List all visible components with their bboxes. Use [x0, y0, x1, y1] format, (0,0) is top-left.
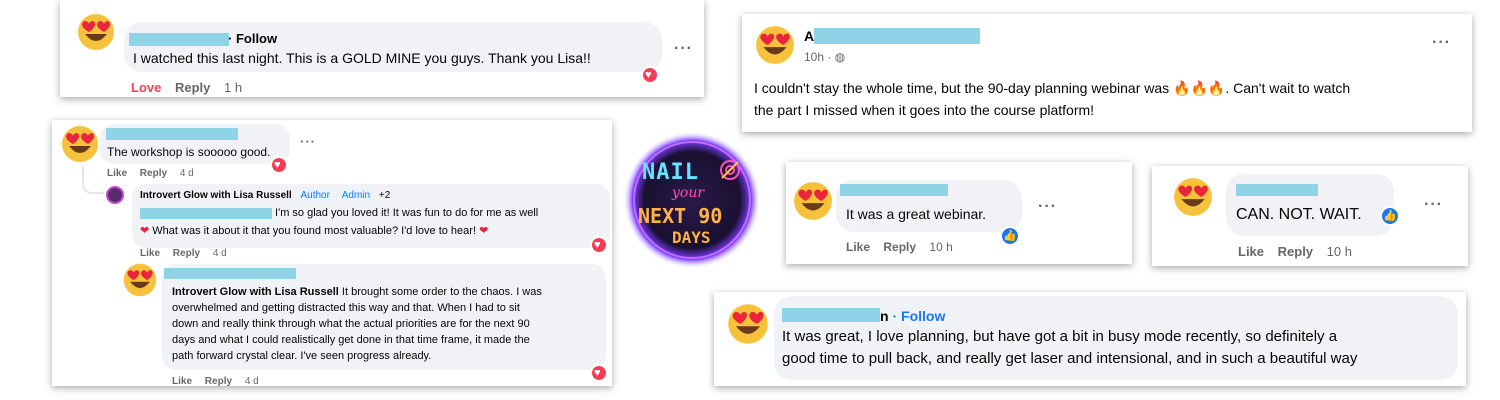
follow-link[interactable]: · Follow [228, 31, 277, 46]
comment-card-great-webinar: It was a great webinar. 👍 ··· Like Reply… [786, 162, 1132, 264]
like-reaction-icon[interactable]: 👍 [1380, 206, 1400, 226]
thread-line [82, 166, 104, 194]
more-options-icon[interactable]: ··· [300, 134, 316, 149]
reply-text-line5: path forward crystal clear. I've seen pr… [172, 350, 432, 362]
redacted-mention [140, 207, 272, 219]
heart-eyes-avatar-icon[interactable] [792, 180, 834, 222]
mention-link[interactable]: Introvert Glow with Lisa Russell [172, 286, 339, 298]
heart-eyes-avatar-icon[interactable] [60, 124, 100, 164]
post-card-webinar: A 10h · ◍ ··· I couldn't stay the whole … [742, 14, 1472, 132]
reply-button[interactable]: Reply [1278, 244, 1313, 259]
comment-actions: Like Reply 10 h [1238, 244, 1362, 259]
logo-line-next90: NEXT 90 [638, 204, 723, 228]
more-badges: +2 [378, 190, 391, 201]
reply-actions: Like Reply 4 d [140, 248, 237, 259]
author-badge: Author [297, 190, 333, 201]
reply-button[interactable]: Reply [173, 248, 200, 259]
logo-line-your: your [672, 185, 705, 201]
redacted-name [106, 128, 238, 140]
more-options-icon[interactable]: ··· [674, 40, 693, 58]
love-button[interactable]: Love [131, 80, 161, 95]
smiling-hearts-emoji-icon: ❤ [140, 225, 150, 237]
comment-text: CAN. NOT. WAIT. [1236, 206, 1362, 223]
like-button[interactable]: Like [172, 376, 192, 386]
comment-text: I watched this last night. This is a GOL… [133, 50, 591, 66]
nail-your-next-90-days-logo: NAIL your NEXT 90 DAYS [622, 130, 762, 270]
reply-button[interactable]: Reply [883, 240, 916, 254]
comment-text-line2: good time to pull back, and really get l… [782, 350, 1358, 367]
redacted-name [840, 184, 948, 196]
comment-actions: Like Reply 4 d [107, 168, 204, 179]
reply-text-line1: I'm so glad you loved it! It was fun to … [140, 207, 538, 219]
love-reaction-icon[interactable] [641, 66, 659, 84]
comment-card-gold-mine: · Follow I watched this last night. This… [60, 0, 704, 97]
reply-button[interactable]: Reply [205, 376, 232, 386]
reply-text-line2: overwhelmed and getting distracted this … [172, 302, 520, 314]
heart-eyes-avatar-icon[interactable] [1172, 176, 1214, 218]
comment-card-love-planning: n · Follow It was great, I love planning… [714, 292, 1466, 386]
admin-badge: Admin [338, 190, 374, 201]
like-button[interactable]: Like [1238, 244, 1264, 259]
redacted-name [164, 268, 296, 279]
globe-icon: ◍ [834, 50, 846, 64]
love-reaction-icon[interactable] [590, 236, 608, 254]
like-reaction-icon[interactable]: 👍 [1000, 226, 1020, 246]
timestamp: 1 h [224, 80, 243, 95]
heart-emoji-icon: ❤ [479, 225, 489, 237]
post-text-line2: the part I missed when it goes into the … [754, 102, 1095, 118]
name-and-follow: n · Follow [880, 308, 946, 324]
reply-text-line2: ❤ What was it about it that you found mo… [140, 225, 489, 237]
love-reaction-icon[interactable] [590, 364, 608, 382]
timestamp: 10 h [929, 240, 953, 254]
like-button[interactable]: Like [107, 168, 127, 179]
more-options-icon[interactable]: ··· [1432, 34, 1451, 52]
comment-text-line1: It was great, I love planning, but have … [782, 328, 1338, 345]
redacted-name [814, 28, 980, 44]
timestamp: 4 d [179, 168, 194, 179]
like-button[interactable]: Like [846, 240, 870, 254]
post-author-initial[interactable]: A [804, 28, 814, 44]
heart-eyes-avatar-icon[interactable] [726, 302, 770, 346]
heart-eyes-avatar-icon[interactable] [76, 12, 116, 52]
timestamp: 10 h [1326, 244, 1352, 259]
redacted-name [782, 308, 880, 322]
reply-text-line1: Introvert Glow with Lisa Russell It brou… [172, 286, 542, 298]
fire-emoji-icon: 🔥🔥🔥 [1173, 80, 1226, 96]
heart-eyes-avatar-icon[interactable] [122, 262, 158, 298]
comment-card-can-not-wait: CAN. NOT. WAIT. 👍 ··· Like Reply 10 h [1152, 166, 1468, 266]
reply-text-line3: down and really think through what the a… [172, 318, 530, 330]
post-timestamp: 10h · ◍ [804, 50, 846, 64]
follow-link[interactable]: · Follow [889, 308, 945, 324]
comment-text: It was a great webinar. [846, 206, 987, 222]
logo-line-nail: NAIL [642, 160, 699, 185]
timestamp: 4 d [244, 376, 259, 386]
redacted-name [1236, 184, 1318, 196]
reply-button[interactable]: Reply [140, 168, 167, 179]
timestamp: 4 d [212, 248, 227, 259]
reply-author-name[interactable]: Introvert Glow with Lisa Russell Author … [140, 190, 390, 201]
reply-actions: Like Reply 4 d [172, 376, 269, 386]
reply-button[interactable]: Reply [175, 80, 210, 95]
reply-text-line4: days and what I could realistically get … [172, 334, 530, 346]
comment-actions: Like Reply 10 h [846, 240, 963, 254]
more-options-icon[interactable]: ··· [1424, 196, 1443, 214]
heart-eyes-avatar-icon[interactable] [754, 24, 796, 66]
author-avatar-icon[interactable] [106, 186, 124, 204]
love-reaction-icon[interactable] [270, 156, 288, 174]
more-options-icon[interactable]: ··· [1038, 198, 1057, 216]
post-text-line1: I couldn't stay the whole time, but the … [754, 80, 1351, 96]
logo-line-days: DAYS [672, 228, 711, 247]
comment-thread-workshop: The workshop is sooooo good. ··· Like Re… [52, 120, 612, 386]
redacted-name [129, 33, 229, 46]
comment-actions: Love Reply 1 h [131, 80, 252, 95]
like-button[interactable]: Like [140, 248, 160, 259]
comment-text: The workshop is sooooo good. [107, 145, 271, 159]
